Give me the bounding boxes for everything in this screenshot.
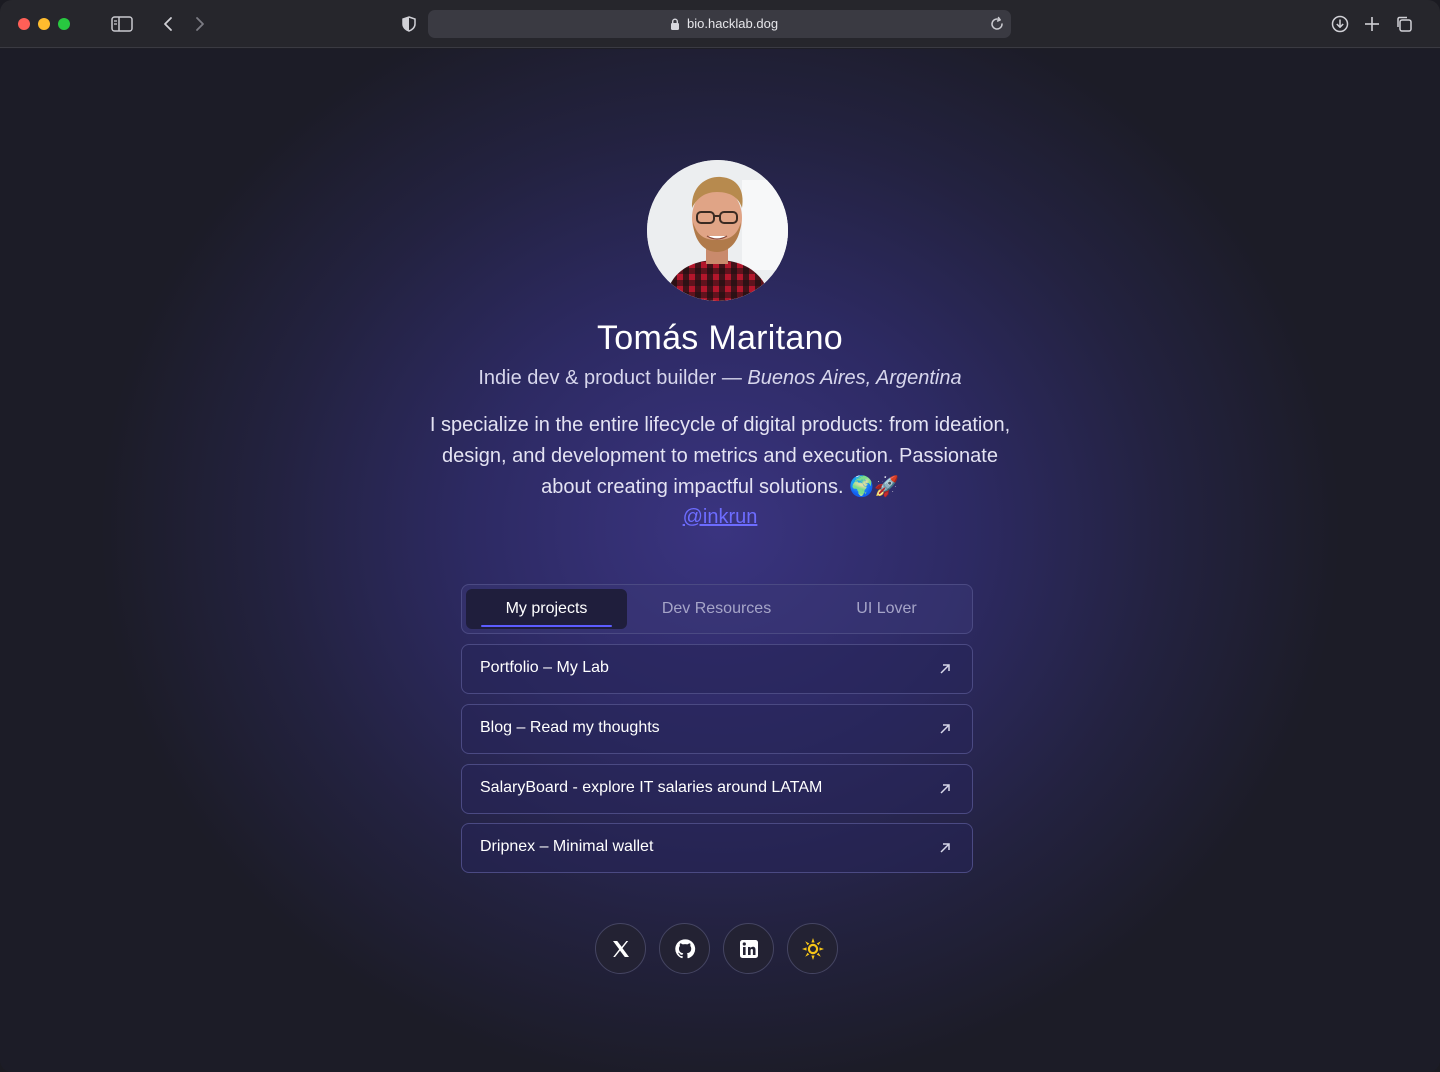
link-label: Portfolio – My Lab (480, 659, 609, 676)
github-social-button[interactable] (659, 923, 710, 974)
active-tab-indicator (481, 625, 612, 627)
x-icon (612, 940, 629, 957)
url-text: bio.hacklab.dog (687, 16, 779, 31)
link-label: Dripnex – Minimal wallet (480, 838, 654, 855)
tab-label: UI Lover (856, 600, 917, 617)
sun-icon (801, 937, 824, 960)
privacy-shield-icon[interactable] (397, 12, 421, 36)
back-icon[interactable] (156, 12, 180, 36)
page-content: Tomás Maritano Indie dev & product build… (0, 49, 1440, 1072)
tab-dev-resources[interactable]: Dev Resources (636, 589, 797, 629)
browser-toolbar: bio.hacklab.dog (0, 0, 1440, 48)
close-window-button[interactable] (18, 18, 30, 30)
theme-toggle-button[interactable] (787, 923, 838, 974)
profile-name: Tomás Maritano (596, 319, 844, 357)
sidebar-toggle-icon[interactable] (110, 12, 134, 36)
tab-ui-lover[interactable]: UI Lover (806, 589, 967, 629)
tab-bar: My projects Dev Resources UI Lover (461, 584, 973, 634)
profile-tagline: Indie dev & product builder — Buenos Air… (0, 367, 1440, 390)
external-link-icon (940, 724, 950, 734)
x-social-button[interactable] (595, 923, 646, 974)
link-card-dripnex[interactable]: Dripnex – Minimal wallet (461, 823, 973, 873)
tab-overview-icon[interactable] (1392, 12, 1416, 36)
linkedin-icon (739, 939, 758, 958)
profile-role: Indie dev & product builder — (478, 367, 742, 389)
downloads-icon[interactable] (1328, 12, 1352, 36)
external-link-icon (940, 664, 950, 674)
external-link-icon (940, 784, 950, 794)
link-label: Blog – Read my thoughts (480, 719, 660, 736)
reload-icon[interactable] (989, 16, 1005, 32)
profile-bio: I specialize in the entire lifecycle of … (429, 414, 1011, 498)
link-label: SalaryBoard - explore IT salaries around… (480, 779, 823, 796)
profile-location: Buenos Aires, Argentina (747, 367, 962, 389)
lock-icon (671, 18, 679, 30)
minimize-window-button[interactable] (38, 18, 50, 30)
forward-icon[interactable] (188, 12, 212, 36)
new-tab-icon[interactable] (1360, 12, 1384, 36)
browser-window: bio.hacklab.dog Tomás Maritano Indie dev… (0, 0, 1440, 1072)
github-icon (674, 938, 695, 958)
link-card-blog[interactable]: Blog – Read my thoughts (461, 704, 973, 754)
tab-label: My projects (505, 600, 588, 617)
link-card-salaryboard[interactable]: SalaryBoard - explore IT salaries around… (461, 764, 973, 814)
tab-my-projects[interactable]: My projects (466, 589, 627, 629)
avatar (647, 160, 788, 301)
address-bar[interactable]: bio.hacklab.dog (428, 10, 1011, 38)
profile-handle: @inkrun (0, 506, 1440, 529)
zoom-window-button[interactable] (58, 18, 70, 30)
linkedin-social-button[interactable] (723, 923, 774, 974)
external-link-icon (940, 843, 950, 853)
tab-label: Dev Resources (661, 600, 772, 617)
handle-link[interactable]: @inkrun (683, 506, 758, 528)
link-card-portfolio[interactable]: Portfolio – My Lab (461, 644, 973, 694)
